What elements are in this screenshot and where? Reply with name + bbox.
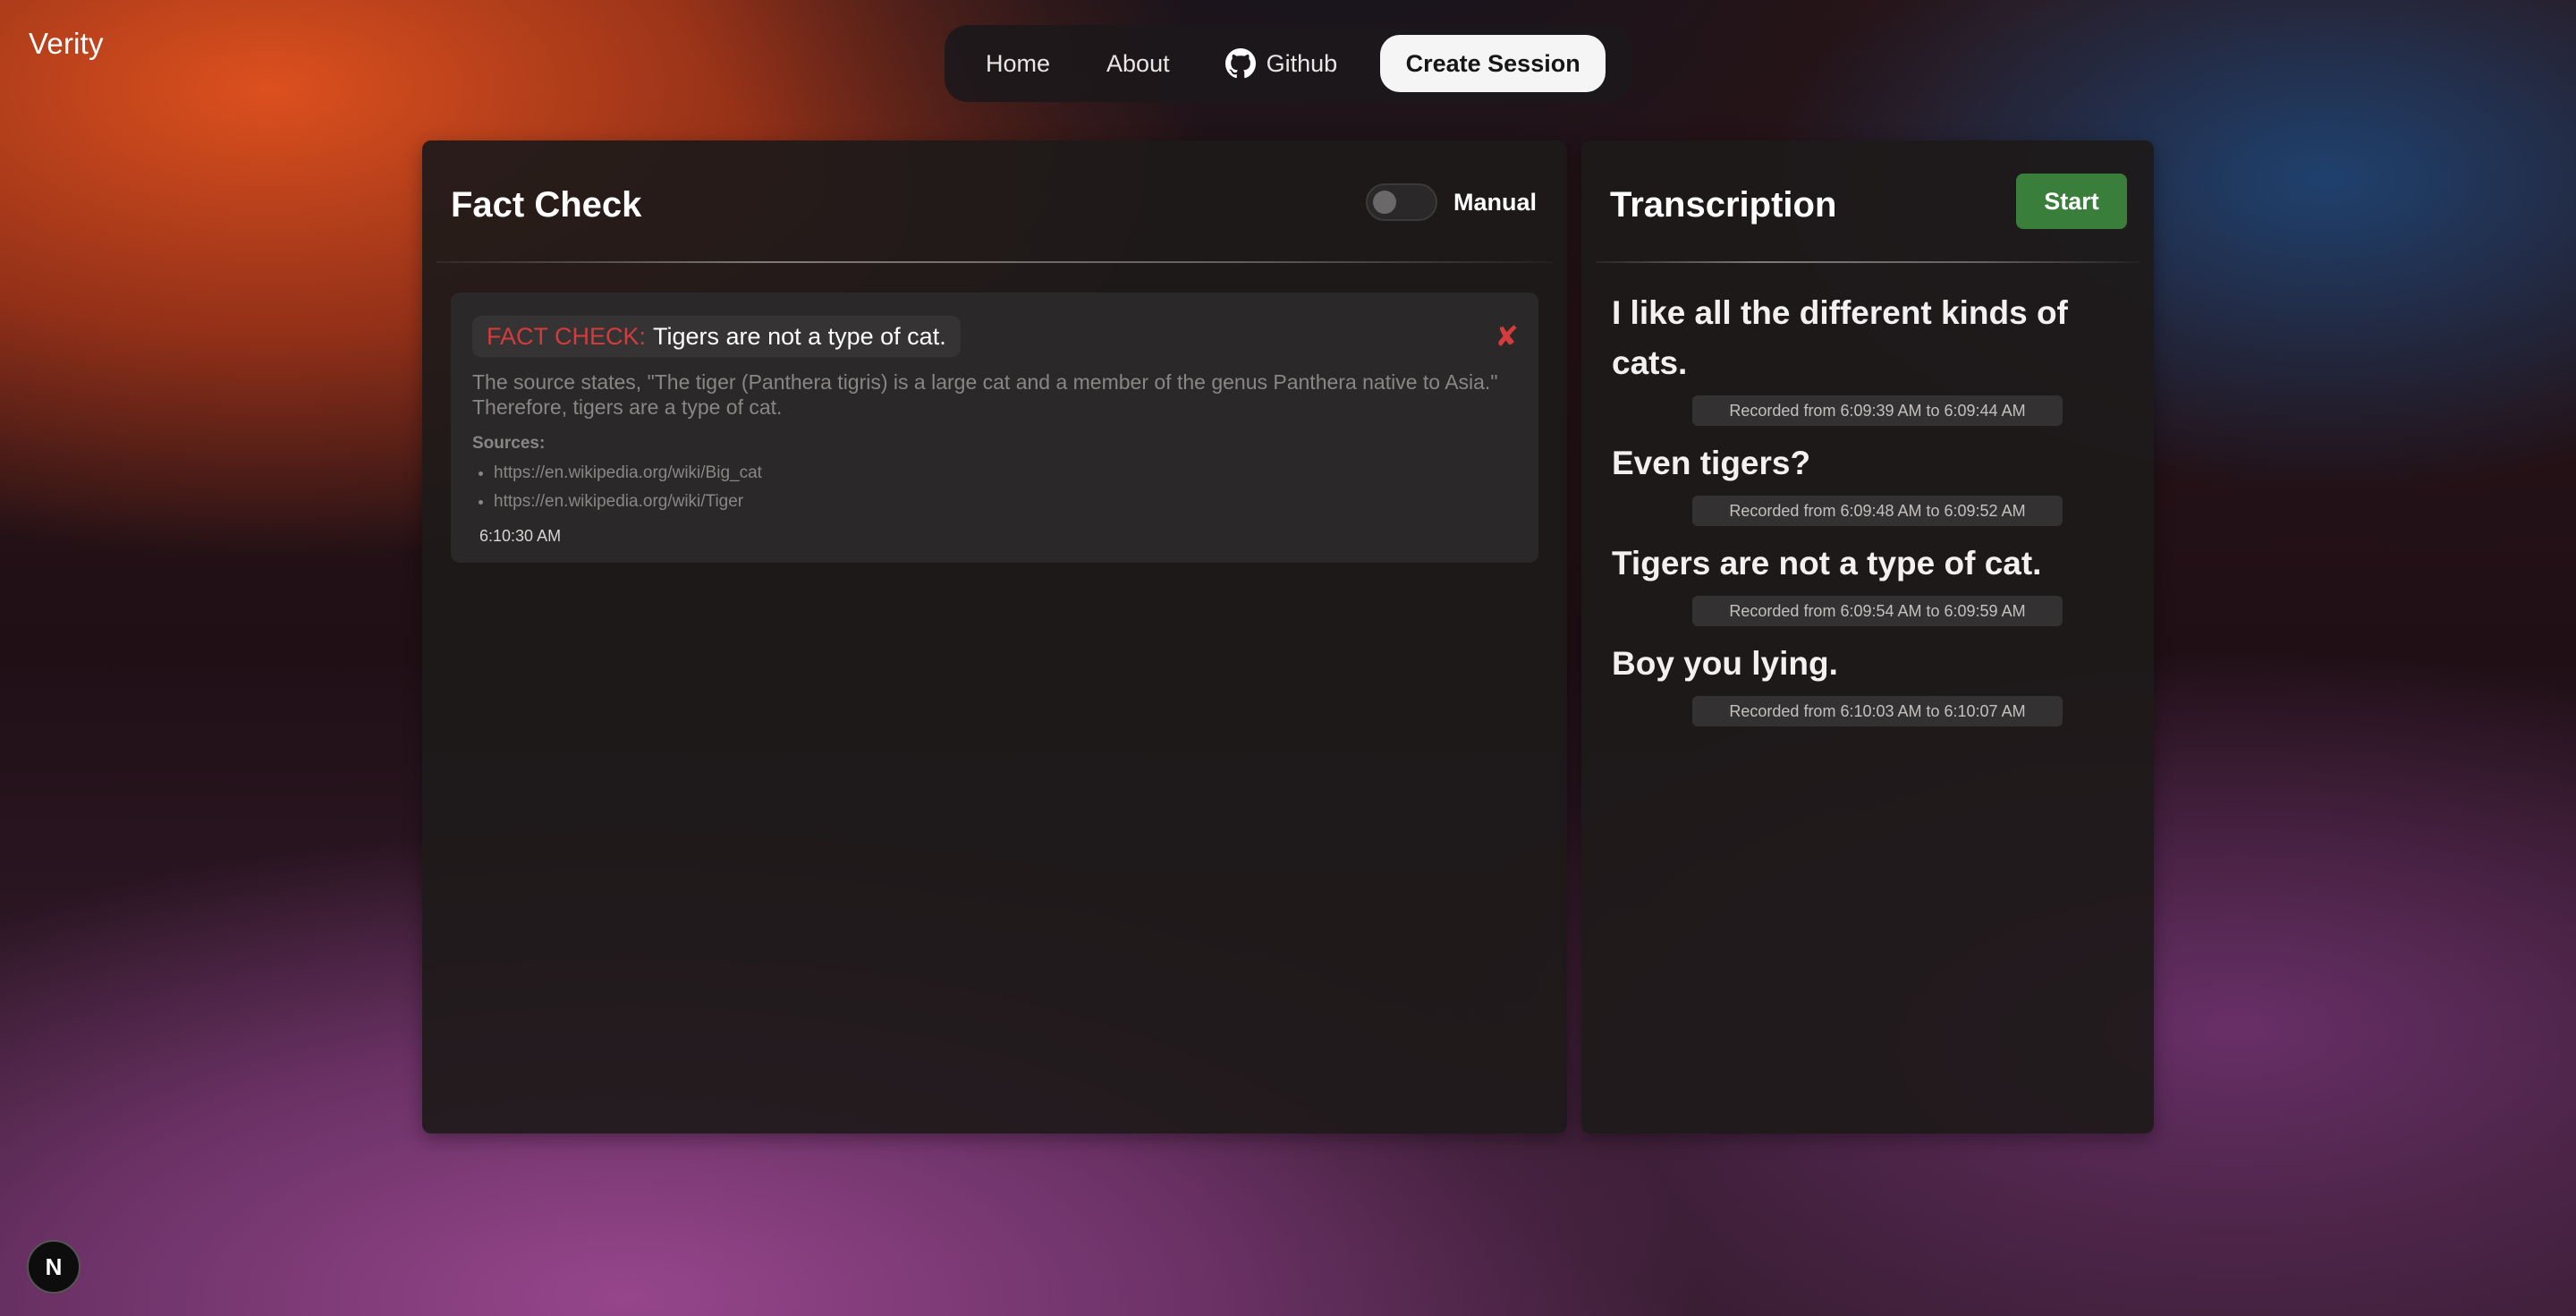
sources-list: https://en.wikipedia.org/wiki/Big_cat ht… — [494, 459, 762, 516]
list-item: I like all the different kinds of cats. … — [1603, 288, 2104, 426]
fact-check-claim: FACT CHECK: Tigers are not a type of cat… — [472, 316, 961, 357]
transcription-title: Transcription — [1610, 185, 1837, 225]
fact-check-divider — [436, 261, 1553, 263]
recorded-time-badge: Recorded from 6:09:54 AM to 6:09:59 AM — [1692, 596, 2063, 626]
start-button[interactable]: Start — [2016, 174, 2127, 229]
source-link[interactable]: https://en.wikipedia.org/wiki/Big_cat — [494, 459, 762, 488]
transcript-text: Boy you lying. — [1612, 645, 1838, 682]
list-item: Even tigers? Recorded from 6:09:48 AM to… — [1603, 438, 2104, 526]
fact-check-prefix: FACT CHECK: — [487, 322, 647, 350]
fact-check-timestamp: 6:10:30 AM — [479, 527, 562, 545]
toggle-knob — [1372, 191, 1396, 214]
nav-about-link[interactable]: About — [1106, 50, 1170, 78]
transcription-list: I like all the different kinds of cats. … — [1603, 288, 2104, 739]
sources-label: Sources: — [472, 434, 546, 453]
recorded-time-badge: Recorded from 6:09:39 AM to 6:09:44 AM — [1692, 395, 2063, 426]
fact-check-explanation: The source states, "The tiger (Panthera … — [472, 370, 1498, 419]
brand-logo[interactable]: Verity — [29, 27, 104, 61]
nextjs-badge[interactable]: N — [27, 1240, 80, 1294]
recorded-time-badge: Recorded from 6:09:48 AM to 6:09:52 AM — [1692, 496, 2063, 526]
transcription-divider — [1596, 261, 2140, 263]
nav-github-link[interactable]: Github — [1224, 48, 1338, 79]
manual-toggle-label: Manual — [1453, 188, 1537, 216]
list-item: Tigers are not a type of cat. Recorded f… — [1603, 539, 2104, 626]
create-session-button[interactable]: Create Session — [1380, 35, 1606, 92]
transcription-panel: Transcription Start I like all the diffe… — [1581, 140, 2154, 1133]
recorded-time-badge: Recorded from 6:10:03 AM to 6:10:07 AM — [1692, 696, 2063, 726]
top-nav: Home About Github Create Session — [945, 25, 1631, 102]
transcript-text: I like all the different kinds of cats. — [1612, 294, 2068, 381]
source-link[interactable]: https://en.wikipedia.org/wiki/Tiger — [494, 488, 762, 516]
nav-home-link[interactable]: Home — [986, 50, 1050, 78]
transcript-text: Even tigers? — [1612, 445, 1811, 481]
fact-check-title: Fact Check — [451, 185, 642, 225]
manual-toggle-group: Manual — [1365, 183, 1537, 221]
fact-check-card: FACT CHECK: Tigers are not a type of cat… — [451, 293, 1538, 563]
x-mark-icon[interactable]: ✘ — [1495, 319, 1519, 353]
manual-toggle[interactable] — [1365, 183, 1437, 221]
github-label: Github — [1266, 49, 1338, 77]
github-icon — [1224, 48, 1256, 79]
transcript-text: Tigers are not a type of cat. — [1612, 545, 2042, 582]
fact-check-panel: Fact Check Manual FACT CHECK: Tigers are… — [422, 140, 1567, 1133]
list-item: Boy you lying. Recorded from 6:10:03 AM … — [1603, 639, 2104, 726]
fact-check-claim-text: Tigers are not a type of cat. — [653, 322, 946, 350]
